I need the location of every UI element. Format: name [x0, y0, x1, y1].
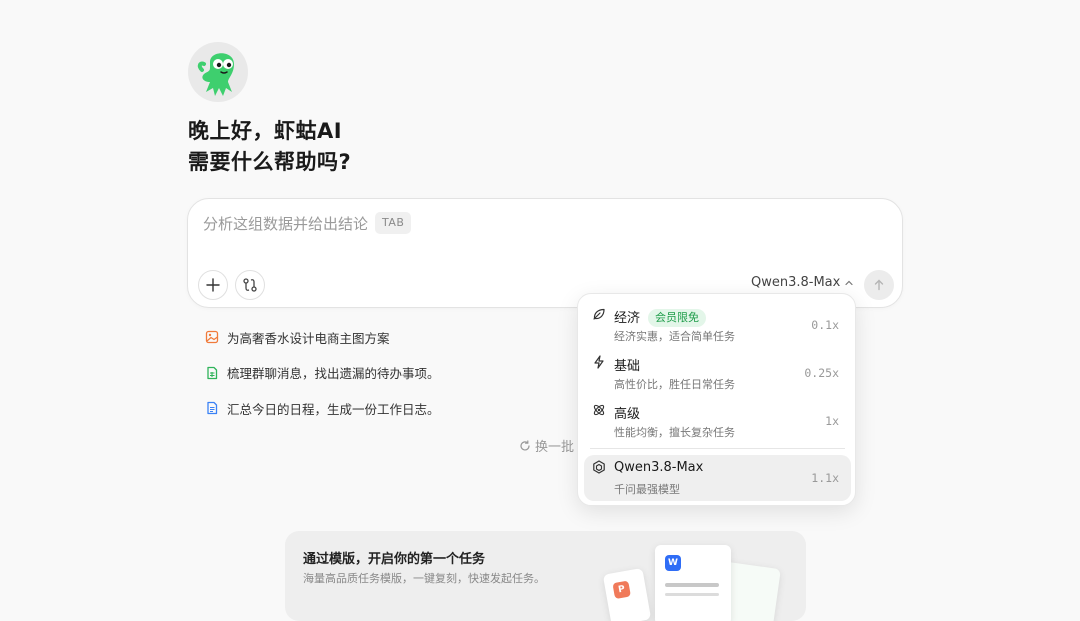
banner-title: 通过模版，开启你的第一个任务	[303, 552, 486, 567]
member-free-badge: 会员限免	[648, 309, 707, 327]
leaf-icon	[593, 308, 605, 320]
model-option-name: 高级	[614, 407, 641, 422]
model-option-desc: 高性价比，胜任日常任务	[614, 378, 735, 391]
template-banner[interactable]: 通过模版，开启你的第一个任务 海量高品质任务模版，一键复刻，快速发起任务。 P …	[285, 531, 806, 621]
doc-icon	[207, 401, 218, 415]
word-badge: W	[665, 555, 681, 571]
greeting-line-2: 需要什么帮助吗?	[188, 150, 352, 174]
refresh-suggestions-button[interactable]: 换一批	[519, 436, 574, 455]
model-option-desc: 性能均衡，擅长复杂任务	[614, 426, 735, 439]
chevron-up-icon	[845, 280, 853, 285]
model-option-desc: 千问最强模型	[614, 483, 680, 496]
add-attachment-button[interactable]	[198, 270, 228, 300]
model-option-multiplier: 0.1x	[811, 318, 839, 332]
word-template-card: W	[655, 545, 731, 621]
greeting-line-1: 晚上好，虾蛄AI	[188, 119, 343, 143]
banner-subtitle: 海量高品质任务模版，一键复刻，快速发起任务。	[303, 572, 545, 585]
model-option-multiplier: 1.1x	[811, 471, 839, 485]
atom-icon	[593, 404, 605, 416]
refresh-icon	[520, 439, 530, 450]
plus-icon	[206, 278, 220, 292]
model-dropdown-menu: 经济 会员限免 经济实惠，适合简单任务 0.1x 基础 高性价比，胜任日常任务 0…	[577, 293, 856, 506]
menu-divider	[590, 448, 845, 449]
greeting-heading: 晚上好，虾蛄AI 需要什么帮助吗?	[188, 116, 351, 178]
image-icon	[205, 330, 219, 344]
model-option-name: Qwen3.8-Max	[614, 460, 704, 475]
model-option-advanced[interactable]: 高级 性能均衡，擅长复杂任务 1x	[584, 398, 851, 444]
suggestion-text: 汇总今日的日程，生成一份工作日志。	[227, 401, 440, 417]
model-selector-label: Qwen3.8-Max	[751, 275, 841, 290]
assistant-avatar	[188, 42, 248, 102]
ppt-badge: P	[612, 580, 631, 600]
tab-hint-badge: TAB	[375, 212, 412, 234]
model-option-basic[interactable]: 基础 高性价比，胜任日常任务 0.25x	[584, 350, 851, 396]
model-option-name: 基础	[614, 359, 641, 374]
model-option-multiplier: 0.25x	[804, 366, 839, 380]
model-option-economy[interactable]: 经济 会员限免 经济实惠，适合简单任务 0.1x	[584, 302, 851, 348]
suggestion-text: 梳理群聊消息，找出遗漏的待办事项。	[227, 366, 440, 381]
doc-line	[665, 593, 719, 596]
model-option-desc: 经济实惠，适合简单任务	[614, 330, 735, 343]
model-option-name: 经济	[614, 311, 641, 326]
model-option-qwen-max[interactable]: Qwen3.8-Max 千问最强模型 1.1x	[584, 455, 851, 501]
arrow-up-icon	[874, 279, 884, 291]
octopus-mascot-icon	[197, 53, 234, 96]
suggestion-item[interactable]: 为高奢香水设计电商主图方案	[205, 326, 440, 348]
ppt-template-card: P	[602, 567, 652, 621]
doc-line	[665, 583, 719, 587]
route-icon	[243, 278, 257, 292]
send-button[interactable]	[864, 270, 894, 300]
bolt-icon	[594, 355, 604, 369]
suggestion-text: 为高奢香水设计电商主图方案	[227, 330, 390, 346]
prompt-input[interactable]: 分析这组数据并给出结论	[203, 213, 368, 234]
model-selector[interactable]: Qwen3.8-Max	[751, 275, 854, 290]
suggestion-item[interactable]: 梳理群聊消息，找出遗漏的待办事项。	[205, 362, 440, 384]
tools-button[interactable]	[235, 270, 265, 300]
refresh-label: 换一批	[535, 440, 575, 455]
model-option-multiplier: 1x	[825, 414, 839, 428]
suggestion-item[interactable]: 汇总今日的日程，生成一份工作日志。	[205, 397, 440, 419]
prompt-composer[interactable]: 分析这组数据并给出结论 TAB Qwen3.8-Max	[187, 198, 903, 308]
qwen-logo-icon	[593, 460, 605, 474]
suggestion-list: 为高奢香水设计电商主图方案 梳理群聊消息，找出遗漏的待办事项。 汇总今日的日程，…	[205, 326, 440, 433]
sheet-icon	[207, 366, 218, 379]
